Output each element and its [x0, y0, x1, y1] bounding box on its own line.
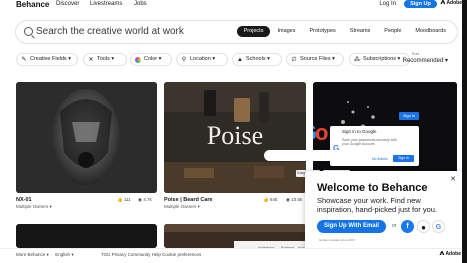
- search-tabs: Projects Images Prototypes Streams Peopl…: [236, 26, 453, 37]
- search-icon: [24, 27, 33, 36]
- google-popup-sign-in[interactable]: Sign in: [393, 155, 414, 162]
- top-navigation: Behance Discover Livestreams Jobs Log In…: [0, 0, 467, 13]
- view-count: ◉ 4.7k: [138, 197, 152, 203]
- thumbs-up-icon: 👍: [263, 197, 269, 202]
- project-thumbnail: Poise: [164, 82, 306, 193]
- filter-label: Color: [144, 56, 158, 62]
- close-icon[interactable]: ✕: [450, 175, 456, 183]
- google-popup-subtitle: Save your passwords securely with your G…: [342, 138, 397, 146]
- welcome-modal: ✕ Welcome to Behance Showcase your work.…: [305, 171, 462, 251]
- project-card-nx01[interactable]: [16, 82, 157, 193]
- project-owner-label: Multiple Owners: [164, 204, 197, 209]
- footer-adobe-label: Adobe: [445, 251, 461, 257]
- filter-schools[interactable]: ▲ Schools ▾: [232, 53, 282, 66]
- like-count: 👍 111: [117, 197, 131, 203]
- google-icon[interactable]: G: [432, 220, 445, 233]
- project-card[interactable]: [16, 224, 157, 248]
- filter-tools[interactable]: ✕ Tools ▾: [83, 53, 127, 66]
- page-footer: More Behance ▾ · English ▾ TOU Privacy C…: [0, 248, 467, 263]
- signup-button[interactable]: Sign Up: [404, 0, 437, 8]
- filter-bar: ✎ Creative Fields ▾ ✕ Tools ▾ Color ▾ ⚲ Loc…: [16, 51, 456, 67]
- google-popup-title: Sign in to Google: [342, 129, 377, 134]
- footer-adobe-link[interactable]: Adobe: [439, 251, 461, 257]
- language-selector[interactable]: English: [55, 252, 70, 257]
- adobe-label: Adobe: [446, 0, 462, 6]
- likes-value: 645: [269, 197, 278, 202]
- project-thumbnail: [16, 82, 157, 193]
- google-wordmark: o: [315, 120, 328, 145]
- no-thanks-button[interactable]: No thanks: [372, 157, 388, 161]
- tab-moodboards[interactable]: Moodboards: [408, 26, 453, 37]
- privacy-note: Certain cookies since 2017: [319, 238, 356, 242]
- or-separator: or: [392, 223, 397, 229]
- google-sign-in-button[interactable]: Sign in: [399, 112, 419, 120]
- search-input[interactable]: Search the creative world at work: [36, 26, 184, 37]
- filter-creative-fields[interactable]: ✎ Creative Fields ▾: [16, 53, 78, 66]
- project-owner-label: Multiple Owners: [16, 204, 49, 209]
- project-title[interactable]: Poise | Beard Care: [164, 197, 213, 203]
- welcome-title: Welcome to Behance: [317, 182, 428, 194]
- poise-wordmark: Poise: [207, 121, 263, 150]
- apple-icon[interactable]: ●: [417, 220, 430, 233]
- view-count: ◉ 10.5k: [286, 197, 302, 203]
- tab-people[interactable]: People: [377, 26, 408, 37]
- sort-label: Sort: [411, 51, 419, 56]
- project-card-poise[interactable]: Poise: [164, 82, 306, 193]
- like-count: 👍 645: [263, 197, 277, 203]
- sort-value: Recommended: [402, 58, 444, 64]
- filter-color[interactable]: Color ▾: [130, 53, 172, 66]
- adobe-logo-icon: [440, 0, 446, 4]
- welcome-subtitle: Showcase your work. Find new inspiration…: [317, 196, 438, 214]
- color-wheel-icon: [135, 57, 141, 63]
- adobe-logo-icon: [439, 251, 445, 255]
- window-edge: [462, 0, 467, 263]
- creative-fields-icon: ✎: [21, 57, 27, 63]
- tab-prototypes[interactable]: Prototypes: [303, 26, 343, 37]
- filter-location[interactable]: ⚲ Location ▾: [176, 53, 228, 66]
- nav-discover[interactable]: Discover: [56, 1, 79, 7]
- sort-dropdown[interactable]: Recommended ▾: [403, 57, 448, 64]
- filter-label: Tools: [97, 56, 110, 62]
- more-behance-label: More Behance: [16, 252, 46, 257]
- project-owner[interactable]: Multiple Owners ▾: [164, 204, 200, 210]
- tab-projects[interactable]: Projects: [236, 26, 271, 37]
- adobe-link[interactable]: Adobe: [440, 0, 462, 6]
- filter-label: Subscriptions: [363, 56, 397, 62]
- thumbs-up-icon: 👍: [117, 197, 123, 202]
- subscriptions-icon: ⁂: [354, 57, 360, 63]
- eye-icon: ◉: [286, 197, 290, 202]
- project-title[interactable]: NX-01: [16, 197, 32, 203]
- search-bar[interactable]: Search the creative world at work Projec…: [15, 20, 458, 44]
- filter-label: Source Files: [300, 56, 331, 62]
- project-owner[interactable]: Multiple Owners ▾: [16, 204, 52, 210]
- tab-streams[interactable]: Streams: [343, 26, 377, 37]
- paperclip-icon: ∅: [291, 57, 297, 63]
- location-pin-icon: ⚲: [181, 57, 187, 63]
- filter-subscriptions[interactable]: ⁂ Subscriptions ▾: [349, 53, 410, 66]
- signup-email-button[interactable]: Sign Up With Email: [317, 220, 386, 233]
- nav-jobs[interactable]: Jobs: [134, 1, 147, 7]
- filter-source-files[interactable]: ∅ Source Files ▾: [286, 53, 344, 66]
- nav-livestreams[interactable]: Livestreams: [90, 1, 122, 7]
- filter-label: Creative Fields: [30, 56, 67, 62]
- views-value: 4.7k: [143, 197, 152, 202]
- tools-icon: ✕: [88, 57, 94, 63]
- filter-label: Location: [190, 56, 211, 62]
- google-search-field[interactable]: [264, 150, 368, 161]
- filter-label: Schools: [246, 56, 266, 62]
- tab-images[interactable]: Images: [270, 26, 302, 37]
- login-link[interactable]: Log In: [379, 1, 396, 7]
- footer-links[interactable]: TOU Privacy Community Help Cookie prefer…: [101, 252, 201, 257]
- views-value: 10.5k: [291, 197, 303, 202]
- more-behance-link[interactable]: More Behance ▾ · English ▾: [16, 252, 74, 258]
- behance-logo[interactable]: Behance: [16, 0, 49, 9]
- graduation-cap-icon: ▲: [237, 57, 243, 63]
- likes-value: 111: [123, 197, 131, 202]
- eye-icon: ◉: [138, 197, 142, 202]
- facebook-icon[interactable]: f: [401, 220, 414, 233]
